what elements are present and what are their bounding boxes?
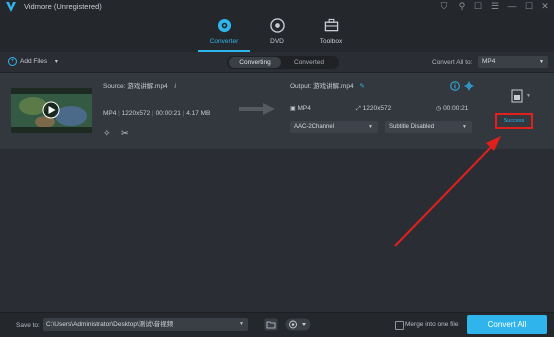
edit-tools: ✧ ✂ xyxy=(103,128,129,138)
window-title: Vidmore (Unregistered) xyxy=(24,2,102,11)
output-info: Output: 游戏讲解.mp4 ✎ xyxy=(290,82,365,91)
close-button[interactable]: ✕ xyxy=(538,0,552,14)
film-icon: ▣ xyxy=(290,106,296,112)
output-filename: 游戏讲解.mp4 xyxy=(313,83,354,90)
convert-all-to-select[interactable]: MP4 ▼ xyxy=(478,56,548,68)
output-label: Output: xyxy=(290,83,312,90)
save-path-field[interactable]: C:\Users\Administrator\Desktop\测试\音视频 ▼ xyxy=(43,318,248,331)
dvd-icon xyxy=(269,18,285,33)
source-info: Source: 游戏讲解.mp4 i xyxy=(103,82,176,91)
convert-all-to-value: MP4 xyxy=(482,58,496,65)
converter-icon xyxy=(217,18,231,33)
chevron-down-icon: ▼ xyxy=(368,124,373,130)
source-format: MP4 xyxy=(103,110,117,117)
convert-all-to-label: Convert All to: xyxy=(432,59,473,66)
tab-dvd-label: DVD xyxy=(270,38,284,45)
key-icon[interactable]: ⚲ xyxy=(455,0,469,14)
convert-all-button[interactable]: Convert All xyxy=(467,315,547,334)
audio-track-value: AAC-2Channel xyxy=(294,124,335,130)
active-tab-indicator xyxy=(198,50,250,52)
tab-toolbox-label: Toolbox xyxy=(319,38,343,45)
source-filename: 游戏讲解.mp4 xyxy=(127,83,168,90)
tab-converting[interactable]: Converting xyxy=(229,57,281,68)
source-size: 4.17 MB xyxy=(186,110,211,117)
chevron-down-icon: ▼ xyxy=(239,321,244,327)
vidmore-logo-icon xyxy=(6,2,16,12)
thumbnail-image xyxy=(11,88,92,133)
convert-arrow-icon xyxy=(239,103,275,115)
source-label: Source: xyxy=(103,83,126,90)
maximize-button[interactable]: ☐ xyxy=(522,0,536,14)
audio-track-select[interactable]: AAC-2Channel ▼ xyxy=(290,121,378,133)
tab-converter-label: Converter xyxy=(209,38,239,45)
output-duration-value: 00:00:21 xyxy=(443,105,469,112)
annotation-arrow xyxy=(394,136,501,247)
info-icon[interactable]: i xyxy=(174,83,175,90)
save-to-label: Save to: xyxy=(16,322,40,329)
feedback-icon[interactable]: ☐ xyxy=(471,0,485,14)
output-format-icon[interactable] xyxy=(511,89,523,103)
minimize-button[interactable]: — xyxy=(505,0,519,14)
output-settings-icon[interactable] xyxy=(464,81,474,91)
add-files-label: Add Files xyxy=(20,58,48,66)
source-duration: 00:00:21 xyxy=(155,110,181,117)
tab-converter[interactable]: Converter xyxy=(199,18,249,46)
speed-settings-icon[interactable] xyxy=(285,318,311,331)
output-duration: ◷ 00:00:21 xyxy=(436,104,468,114)
clock-icon: ◷ xyxy=(436,106,442,112)
cut-icon[interactable]: ✂ xyxy=(121,128,129,138)
output-resolution-value: 1220x572 xyxy=(362,105,392,112)
edit-pencil-icon[interactable]: ✎ xyxy=(359,83,364,90)
output-info-icon[interactable] xyxy=(450,81,460,91)
output-resolution: ⤢ 1220x572 xyxy=(356,104,391,114)
merge-checkbox[interactable] xyxy=(395,321,404,330)
format-dropdown-icon[interactable]: ▼ xyxy=(526,93,531,99)
tab-converted[interactable]: Converted xyxy=(283,57,335,68)
cart-icon[interactable]: ⛉ xyxy=(437,0,451,14)
menu-icon[interactable]: ☰ xyxy=(488,0,502,14)
video-thumbnail[interactable] xyxy=(11,88,92,133)
edit-star-icon[interactable]: ✧ xyxy=(103,128,111,138)
add-icon: + xyxy=(8,57,17,66)
add-files-button[interactable]: + Add Files ▾ xyxy=(8,57,58,67)
chevron-down-icon: ▼ xyxy=(539,59,544,65)
source-meta: MP4 | 1220x572 | 00:00:21 | 4.17 MB xyxy=(103,110,211,117)
resolution-icon: ⤢ xyxy=(356,106,361,112)
folder-icon[interactable] xyxy=(264,318,278,331)
save-path-value: C:\Users\Administrator\Desktop\测试\音视频 xyxy=(46,321,174,328)
tab-toolbox[interactable]: Toolbox xyxy=(306,18,356,46)
source-resolution: 1220x572 xyxy=(121,110,151,117)
merge-label: Merge into one file xyxy=(405,321,459,328)
output-format-value: MP4 xyxy=(297,105,311,112)
tab-dvd[interactable]: DVD xyxy=(252,18,302,46)
toolbox-icon xyxy=(324,18,338,32)
add-files-dropdown-icon[interactable]: ▾ xyxy=(55,59,58,65)
output-format: ▣ MP4 xyxy=(290,104,311,114)
